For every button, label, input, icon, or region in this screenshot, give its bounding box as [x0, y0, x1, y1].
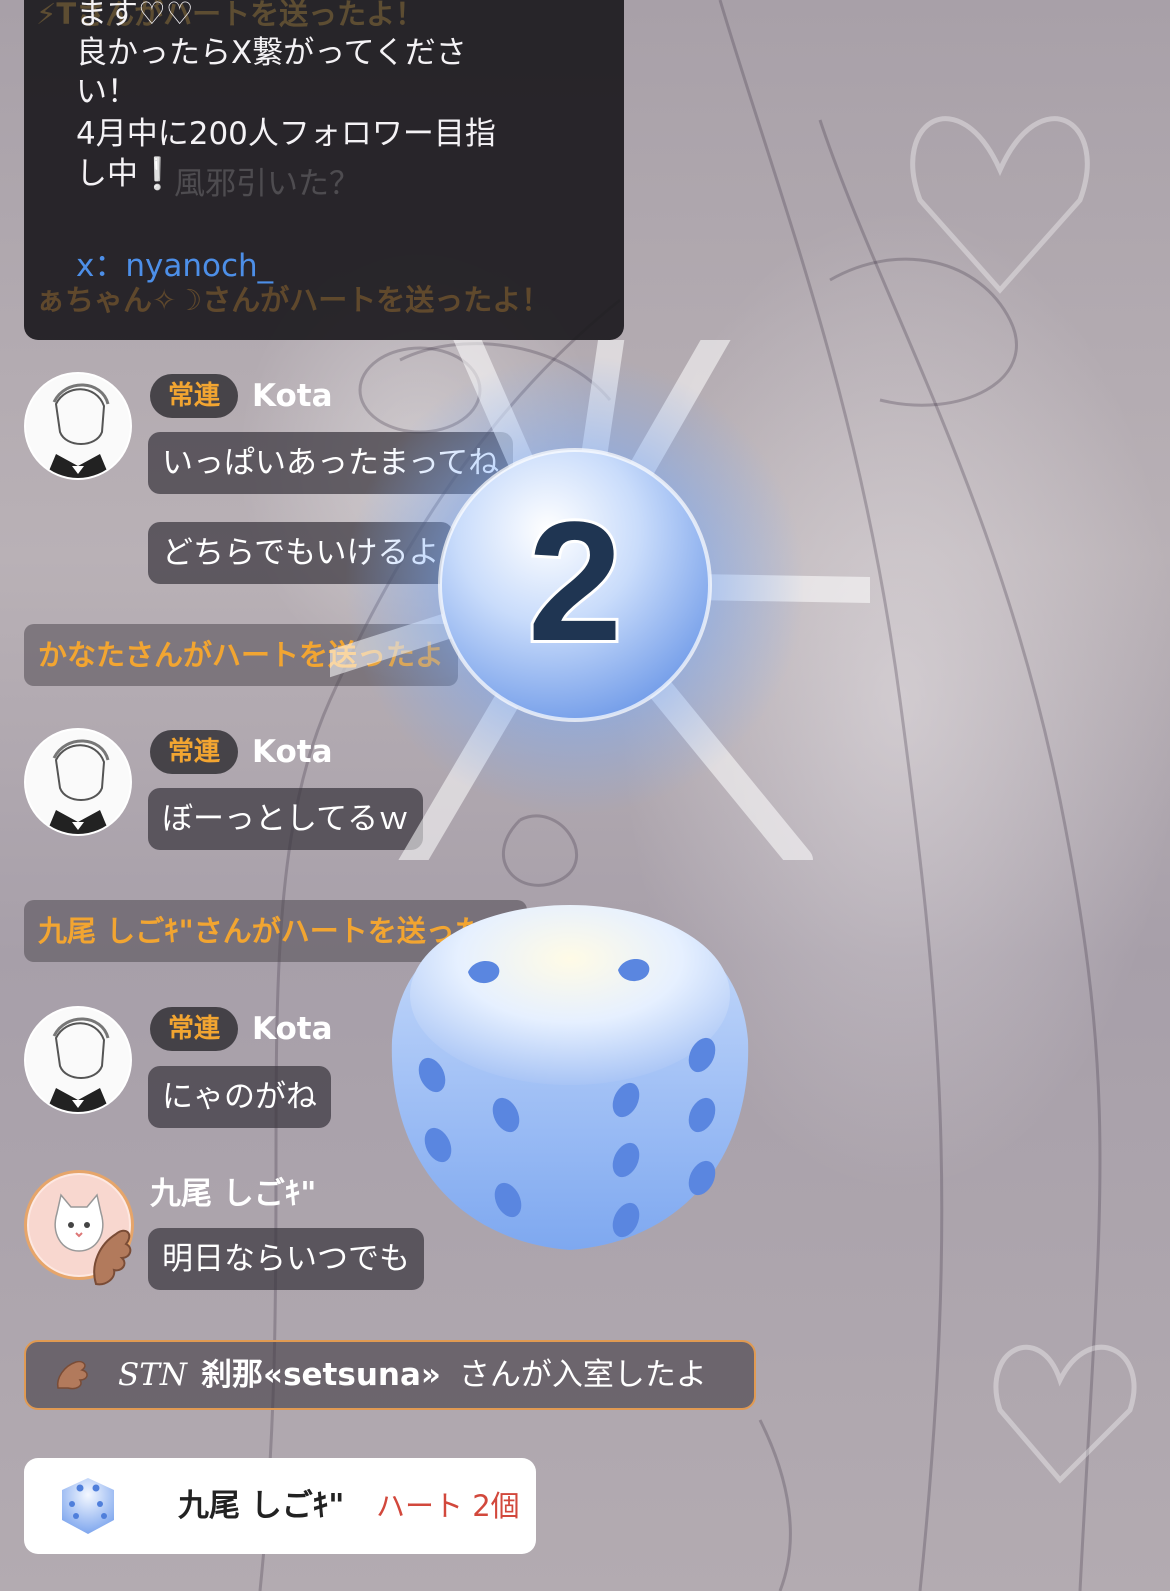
entry-suffix: さんが入室したよ: [458, 1357, 707, 1393]
dice-result-burst: 2: [330, 340, 870, 860]
avatar[interactable]: [24, 372, 132, 480]
entry-username[interactable]: 刹那«setsuna»: [201, 1357, 441, 1393]
chat-message: にゃのがね: [148, 1066, 331, 1128]
regular-badge: 常連: [150, 730, 239, 774]
pinned-line: ます♡♡: [76, 0, 194, 32]
gift-sender: 九尾 しごｷ": [178, 1488, 345, 1524]
username[interactable]: Kota: [252, 374, 333, 418]
dice-result-number: 2: [528, 487, 623, 677]
avatar[interactable]: [24, 728, 132, 836]
regular-badge: 常連: [150, 374, 239, 418]
gift-toast: 九尾 しごｷ" ハート 2個: [24, 1458, 536, 1554]
entry-script-tag: STN: [118, 1357, 188, 1393]
avatar-portrait-icon: [26, 1008, 130, 1112]
avatar[interactable]: [24, 1006, 132, 1114]
pinned-message: ⚡Tさんがハートを送ったよ！ 風邪引いた？ ぁちゃん✧☽さんがハートを送ったよ！…: [24, 0, 624, 340]
pinned-line: い！: [76, 74, 138, 110]
avatar-portrait-icon: [26, 730, 130, 834]
pinned-line: 良かったらX繋がってくださ: [76, 35, 467, 71]
username[interactable]: Kota: [252, 730, 333, 774]
pinned-x-link[interactable]: x：nyanoch_: [76, 246, 273, 287]
gift-item: ハート 2個: [376, 1489, 520, 1523]
pinned-line: 4月中に200人フォロワー目指: [76, 116, 496, 152]
pinned-line: し中❕: [76, 156, 177, 192]
hand-decoration-icon: [93, 1229, 132, 1286]
behind-chat-text: 風邪引いた？: [174, 166, 360, 202]
dice-animation-icon: [391, 905, 749, 1250]
regular-badge: 常連: [150, 1007, 239, 1051]
hand-icon: [56, 1360, 88, 1390]
username[interactable]: Kota: [252, 1007, 333, 1051]
dice-icon: [62, 1478, 114, 1534]
entry-text: STN 刹那«setsuna» さんが入室したよ: [118, 1342, 707, 1408]
avatar-portrait-icon: [26, 374, 130, 478]
username[interactable]: 九尾 しごｷ": [150, 1172, 316, 1216]
entry-notice: STN 刹那«setsuna» さんが入室したよ: [24, 1340, 756, 1410]
